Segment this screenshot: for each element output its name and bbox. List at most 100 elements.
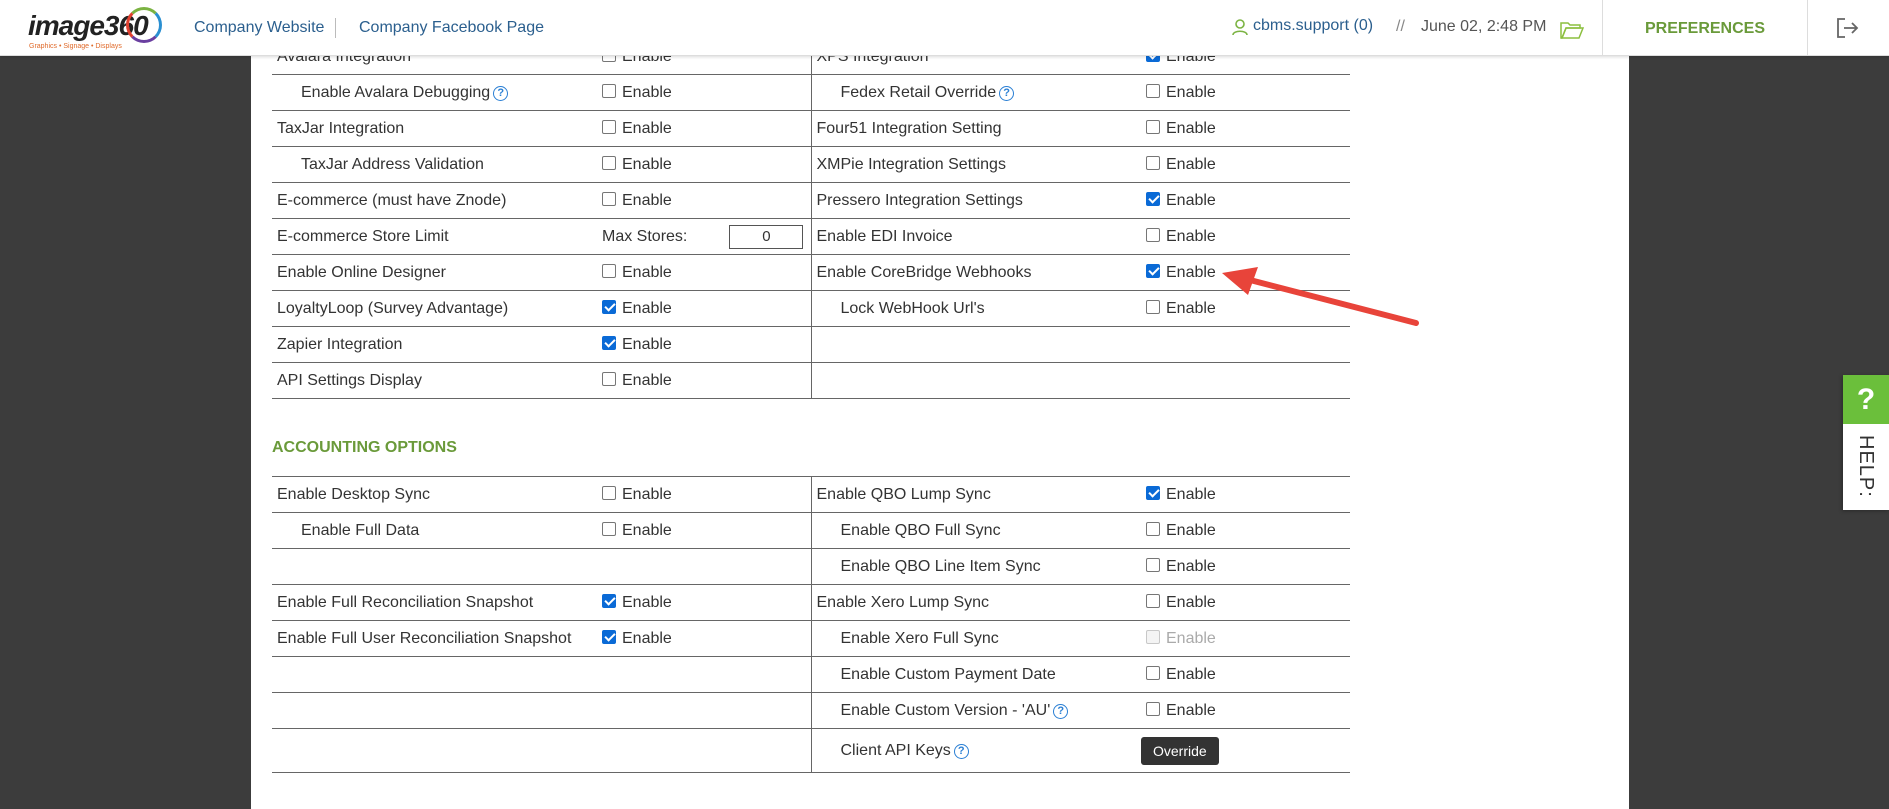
section-title-accounting: ACCOUNTING OPTIONS (272, 439, 457, 456)
enable-checkbox[interactable] (1146, 299, 1160, 314)
settings-row: Enable Full Data Enable Enable QBO Full Sy… (272, 512, 1350, 549)
setting-label: Enable Custom Payment Date (840, 665, 1056, 683)
right-control-cell (1141, 326, 1350, 363)
help-label: HELP: (1855, 435, 1877, 498)
left-label-cell: TaxJar Integration (272, 110, 597, 147)
setting-label: Enable Full Reconciliation Snapshot (277, 593, 534, 611)
setting-label: Enable Xero Full Sync (840, 629, 999, 647)
enable-label: Enable (622, 521, 672, 539)
right-control-cell: Enable (1141, 548, 1350, 585)
enable-checkbox[interactable] (602, 335, 616, 350)
enable-checkbox[interactable] (602, 629, 616, 644)
settings-row: Enable QBO Line Item Sync Enable (272, 548, 1350, 585)
enable-checkbox[interactable] (1146, 263, 1160, 278)
preferences-button[interactable]: PREFERENCES (1603, 0, 1807, 56)
left-label-cell: API Settings Display (272, 362, 597, 399)
help-circle-icon[interactable]: ? (493, 85, 509, 101)
right-label-cell: Enable Xero Full Sync (811, 620, 1141, 657)
enable-label: Enable (1166, 629, 1216, 647)
left-label-cell (272, 548, 597, 585)
right-control-cell: Enable (1141, 656, 1350, 693)
enable-label: Enable (1166, 593, 1216, 611)
right-control-cell: Enable (1141, 110, 1350, 147)
enable-checkbox[interactable] (1146, 521, 1160, 536)
enable-label: Enable (1166, 191, 1216, 209)
enable-checkbox[interactable] (1146, 191, 1160, 206)
left-control-cell (597, 728, 812, 773)
header-divider (1807, 0, 1808, 56)
help-tab[interactable]: ? HELP: (1843, 375, 1889, 510)
help-circle-icon[interactable]: ? (999, 85, 1015, 101)
logo-ring-icon (126, 7, 162, 43)
setting-label: API Settings Display (277, 371, 422, 389)
enable-checkbox[interactable] (1146, 119, 1160, 134)
right-label-cell: Pressero Integration Settings (811, 182, 1141, 219)
left-label-cell: Enable Online Designer (272, 254, 597, 291)
right-control-cell (1141, 362, 1350, 399)
max-stores-input[interactable]: 0 (729, 224, 804, 249)
enable-checkbox (1146, 629, 1160, 644)
help-circle-icon[interactable]: ? (1053, 703, 1069, 719)
nav-divider (335, 18, 336, 38)
left-label-cell: Enable Full User Reconciliation Snapshot (272, 620, 597, 657)
enable-label: Enable (622, 119, 672, 137)
enable-checkbox[interactable] (1146, 227, 1160, 242)
enable-checkbox[interactable] (602, 521, 616, 536)
user-account-link[interactable]: cbms.support (0) (1253, 17, 1373, 35)
right-label-cell: Enable Custom Payment Date (811, 656, 1141, 693)
enable-label: Enable (622, 485, 672, 503)
help-circle-icon[interactable]: ? (953, 743, 969, 759)
logo[interactable]: image360 Graphics • Signage • Displays (26, 5, 162, 51)
enable-checkbox[interactable] (1146, 557, 1160, 572)
enable-checkbox[interactable] (602, 371, 616, 386)
enable-checkbox[interactable] (602, 299, 616, 314)
left-label-cell: Enable Avalara Debugging? (272, 74, 597, 111)
left-label-cell (272, 656, 597, 693)
enable-checkbox[interactable] (602, 119, 616, 134)
setting-label: Enable Desktop Sync (277, 485, 430, 503)
company-website-link[interactable]: Company Website (194, 19, 324, 37)
enable-label: Enable (1166, 119, 1216, 137)
enable-checkbox[interactable] (602, 263, 616, 278)
max-stores-label: Max Stores: (602, 227, 688, 245)
enable-checkbox[interactable] (1146, 665, 1160, 680)
right-control-cell: Override (1141, 728, 1350, 773)
right-control-cell: Enable (1141, 182, 1350, 219)
left-control-cell: Enable (597, 290, 812, 327)
enable-label: Enable (622, 629, 672, 647)
right-label-cell: Enable QBO Full Sync (811, 512, 1141, 549)
enable-label: Enable (622, 191, 672, 209)
header-separator: // (1396, 18, 1405, 35)
setting-label: Fedex Retail Override (840, 83, 997, 101)
left-control-cell: Enable (597, 476, 812, 513)
enable-checkbox[interactable] (602, 83, 616, 98)
enable-checkbox[interactable] (1146, 155, 1160, 170)
setting-label: Enable Xero Lump Sync (816, 593, 990, 611)
setting-label: TaxJar Address Validation (301, 155, 484, 173)
enable-label: Enable (1166, 521, 1216, 539)
enable-checkbox[interactable] (602, 155, 616, 170)
right-label-cell: Enable CoreBridge Webhooks (811, 254, 1141, 291)
company-facebook-link[interactable]: Company Facebook Page (359, 19, 544, 37)
left-label-cell: LoyaltyLoop (Survey Advantage) (272, 290, 597, 327)
enable-checkbox[interactable] (1146, 593, 1160, 608)
annotation-arrow (1222, 267, 1419, 326)
enable-checkbox[interactable] (1146, 701, 1160, 716)
top-header: image360 Graphics • Signage • Displays C… (0, 0, 1889, 56)
setting-label: Pressero Integration Settings (816, 191, 1023, 209)
enable-label: Enable (622, 155, 672, 173)
enable-checkbox[interactable] (602, 191, 616, 206)
enable-checkbox[interactable] (602, 485, 616, 500)
right-label-cell (811, 362, 1141, 399)
override-button[interactable]: Override (1141, 736, 1219, 765)
logout-icon[interactable] (1836, 17, 1860, 39)
folder-icon[interactable] (1560, 20, 1584, 40)
left-label-cell: E-commerce (must have Znode) (272, 182, 597, 219)
enable-checkbox[interactable] (602, 593, 616, 608)
enable-checkbox[interactable] (1146, 485, 1160, 500)
right-label-cell: Lock WebHook Url's (811, 290, 1141, 327)
left-control-cell: Enable (597, 326, 812, 363)
setting-label: Enable QBO Lump Sync (816, 485, 991, 503)
enable-checkbox[interactable] (1146, 83, 1160, 98)
right-control-cell: Enable (1141, 74, 1350, 111)
